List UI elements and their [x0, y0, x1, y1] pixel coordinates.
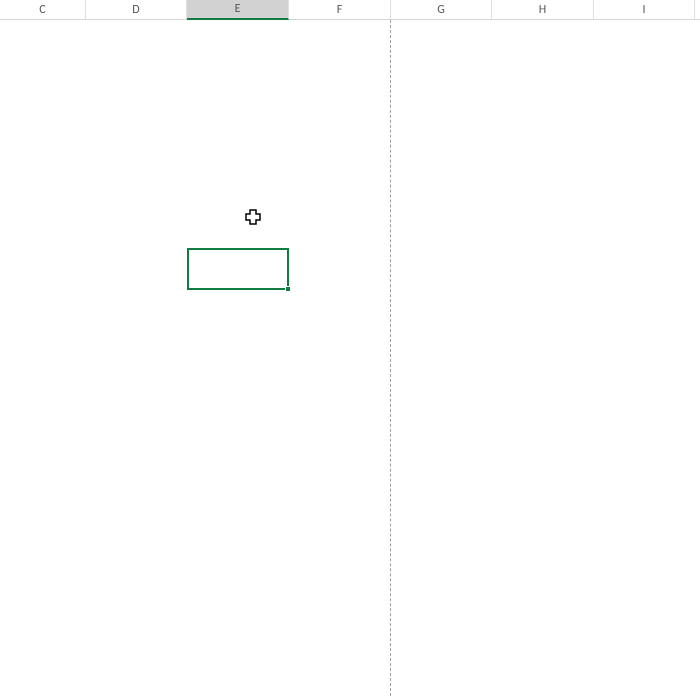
fill-handle[interactable]: [285, 286, 291, 292]
page-break-line: [390, 20, 391, 696]
column-header-i[interactable]: I: [594, 0, 695, 19]
column-header-c[interactable]: C: [0, 0, 86, 19]
column-header-e[interactable]: E: [187, 0, 289, 20]
column-header-f[interactable]: F: [289, 0, 391, 19]
column-headers-row: C D E F G H I: [0, 0, 700, 20]
active-cell[interactable]: [187, 248, 289, 290]
column-header-d[interactable]: D: [86, 0, 187, 19]
column-header-h[interactable]: H: [492, 0, 594, 19]
excel-cross-cursor-icon: [245, 209, 261, 225]
spreadsheet-grid[interactable]: [0, 20, 700, 696]
column-header-g[interactable]: G: [391, 0, 492, 19]
